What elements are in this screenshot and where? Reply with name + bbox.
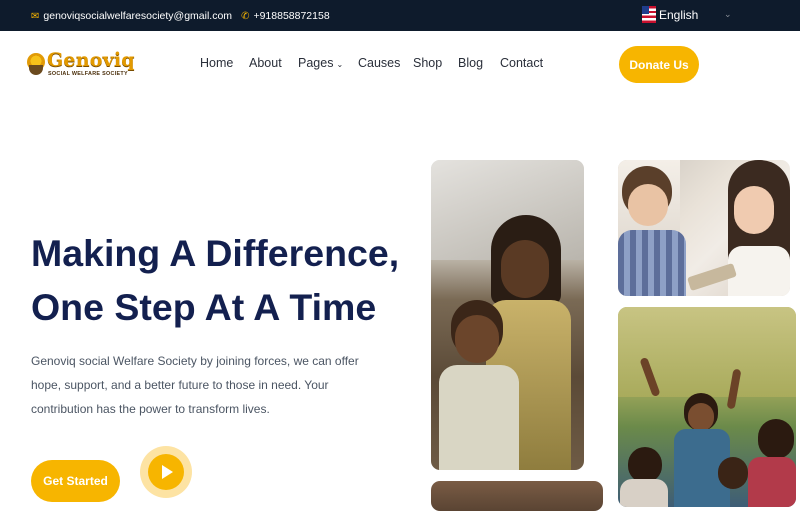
nav-item-contact[interactable]: Contact [500, 56, 543, 70]
nav-item-causes[interactable]: Causes [358, 56, 400, 70]
logo-brand: Genoviq [47, 49, 135, 71]
contact-info: ✉ genoviqsocialwelfaresociety@gmail.com … [31, 10, 330, 22]
nav-item-pages-label: Pages [298, 56, 334, 70]
hero-photo-classroom [618, 160, 790, 296]
language-selector[interactable]: English [642, 6, 698, 23]
hero-title-line-1: Making A Difference, [31, 232, 400, 274]
site-logo[interactable]: Genoviq SOCIAL WELFARE SOCIETY [25, 49, 135, 81]
hero-photo-bottom [431, 481, 603, 511]
phone-icon: ✆ [241, 10, 250, 22]
donate-button[interactable]: Donate Us [619, 46, 699, 83]
phone-link[interactable]: +918858872158 [253, 10, 329, 22]
top-bar: ✉ genoviqsocialwelfaresociety@gmail.com … [0, 0, 800, 31]
us-flag-icon [642, 6, 656, 23]
envelope-icon: ✉ [31, 10, 40, 22]
play-icon[interactable] [148, 454, 184, 490]
logo-tagline: SOCIAL WELFARE SOCIETY [48, 71, 128, 77]
language-label: English [659, 7, 699, 22]
hero-title: Making A Difference, One Step At A Time [31, 226, 411, 334]
email-link[interactable]: genoviqsocialwelfaresociety@gmail.com [43, 10, 232, 22]
chevron-down-icon: ⌄ [336, 60, 344, 69]
hero-description: Genoviq social Welfare Society by joinin… [31, 354, 359, 416]
nav-item-pages[interactable]: Pages ⌄ [298, 56, 343, 70]
get-started-button[interactable]: Get Started [31, 460, 120, 502]
hero-title-line-2: One Step At A Time [31, 286, 377, 328]
nav-item-shop[interactable]: Shop [413, 56, 442, 70]
nav-item-blog[interactable]: Blog [458, 56, 483, 70]
hero-photo-village-children [431, 160, 584, 470]
nav-item-about[interactable]: About [249, 56, 282, 70]
logo-mark-icon [25, 51, 47, 77]
hero-photo-students-raising-hands [618, 307, 796, 507]
chevron-down-icon[interactable]: ⌄ [724, 9, 732, 20]
nav-item-home[interactable]: Home [200, 56, 233, 70]
site-header: Genoviq SOCIAL WELFARE SOCIETY Home Abou… [0, 31, 800, 99]
